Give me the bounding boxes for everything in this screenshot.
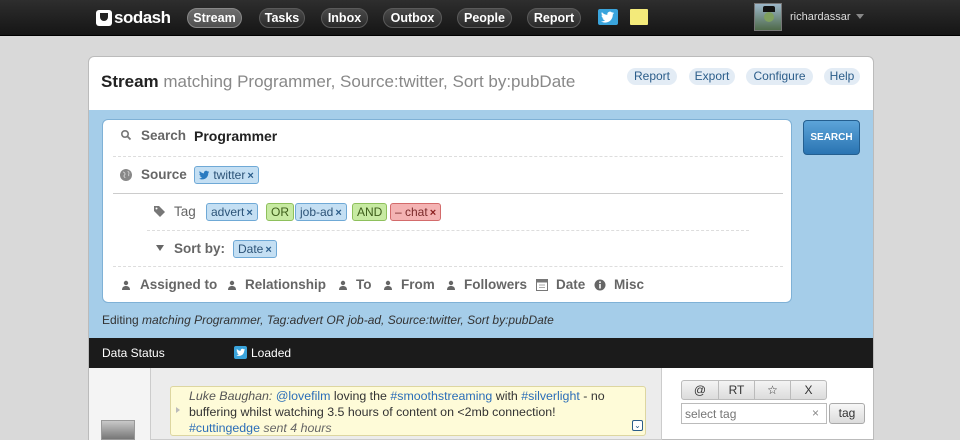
notes-icon[interactable] — [630, 9, 648, 25]
divider — [147, 230, 749, 231]
person-icon — [447, 280, 455, 290]
tweet-time: sent 4 hours — [263, 421, 332, 435]
divider — [113, 156, 783, 157]
report-link[interactable]: Report — [627, 68, 677, 85]
data-status-label: Data Status — [102, 346, 165, 360]
chevron-down-icon[interactable] — [856, 14, 864, 19]
filter-relationship[interactable]: Relationship — [245, 277, 326, 292]
dismiss-button[interactable]: X — [791, 381, 826, 399]
nav-stream[interactable]: Stream — [187, 8, 242, 28]
tag-chip-job-ad[interactable]: job-ad × — [295, 203, 347, 221]
sort-chip[interactable]: Date × — [233, 240, 277, 258]
author-avatar[interactable] — [101, 420, 135, 440]
filter-to[interactable]: To — [356, 277, 372, 292]
data-status-bar: Data Status Loaded — [89, 338, 873, 368]
caret-down-icon[interactable] — [156, 245, 164, 251]
nav-inbox[interactable]: Inbox — [321, 8, 368, 28]
chip-label: twitter — [213, 168, 246, 182]
chevron-down-icon[interactable]: ⌄ — [632, 420, 643, 431]
filter-followers[interactable]: Followers — [464, 277, 527, 292]
operator-or[interactable]: OR — [266, 203, 294, 221]
nav-report[interactable]: Report — [527, 8, 581, 28]
editing-prefix: Editing — [102, 313, 139, 327]
title-rest: matching Programmer, Source:twitter, Sor… — [163, 72, 576, 91]
help-link[interactable]: Help — [824, 68, 860, 85]
tweet-mention[interactable]: @lovefilm — [276, 389, 331, 403]
nav-tasks[interactable]: Tasks — [259, 8, 305, 28]
divider — [113, 193, 783, 194]
logo-text: sodash — [114, 8, 171, 27]
tweet-author[interactable]: Luke Baughan: — [189, 389, 272, 403]
tag-icon — [154, 206, 165, 217]
title-bold: Stream — [101, 72, 159, 91]
calendar-icon — [536, 279, 548, 291]
tag-action-bar: @ RT ☆ X — [681, 380, 827, 400]
search-button[interactable]: SEARCH — [803, 120, 860, 155]
twitter-icon — [234, 346, 247, 359]
configure-link[interactable]: Configure — [746, 68, 813, 85]
source-label: Source — [141, 167, 187, 182]
stream-item[interactable]: Luke Baughan: @lovefilm loving the #smoo… — [170, 386, 646, 436]
export-link[interactable]: Export — [689, 68, 735, 85]
sodash-logo[interactable]: sodash — [96, 8, 171, 28]
twitter-icon[interactable] — [598, 9, 618, 25]
editing-text: matching Programmer, Tag:advert OR job-a… — [142, 313, 554, 327]
retweet-button[interactable]: RT — [719, 381, 755, 399]
twitter-icon — [199, 170, 210, 180]
search-icon — [120, 129, 132, 141]
page-title: Stream matching Programmer, Source:twitt… — [101, 72, 575, 92]
divider — [113, 266, 783, 267]
tweet-hashtag[interactable]: #silverlight — [521, 389, 580, 403]
editing-summary: Editing matching Programmer, Tag:advert … — [102, 313, 554, 327]
person-icon — [339, 280, 347, 290]
tweet-hashtag[interactable]: #smoothstreaming — [390, 389, 492, 403]
reply-button[interactable]: @ — [682, 381, 719, 399]
chip-label: advert — [211, 205, 245, 219]
filter-date[interactable]: Date — [556, 277, 585, 292]
data-status-value: Loaded — [251, 346, 292, 360]
person-icon — [228, 280, 236, 290]
info-icon — [594, 279, 606, 291]
chip-label: job-ad — [300, 205, 334, 219]
search-label: Search — [141, 128, 187, 143]
remove-icon[interactable]: × — [265, 244, 271, 256]
clear-icon[interactable]: × — [812, 406, 819, 420]
tag-button[interactable]: tag — [829, 403, 865, 424]
search-input[interactable]: Programmer — [194, 128, 277, 144]
remove-icon[interactable]: × — [430, 207, 436, 219]
filter-assigned-to[interactable]: Assigned to — [140, 277, 217, 292]
chip-label: Date — [238, 242, 264, 256]
expand-arrow-icon[interactable] — [176, 407, 180, 413]
tweet-text: with — [495, 389, 518, 403]
tweet-text: loving the — [333, 389, 387, 403]
tag-label: Tag — [174, 204, 196, 219]
top-nav-bar: sodash Stream Tasks Inbox Outbox People … — [0, 0, 960, 36]
user-avatar[interactable] — [754, 3, 782, 31]
select-tag-input[interactable] — [681, 403, 827, 424]
tag-chip-advert[interactable]: advert × — [206, 203, 258, 221]
nav-outbox[interactable]: Outbox — [383, 8, 442, 28]
sodash-logo-icon — [96, 10, 112, 26]
nav-people[interactable]: People — [457, 8, 512, 28]
person-icon — [122, 280, 130, 290]
remove-icon[interactable]: × — [335, 207, 341, 219]
source-chip[interactable]: twitter × — [194, 166, 259, 184]
remove-icon[interactable]: × — [247, 170, 253, 182]
person-icon — [384, 280, 392, 290]
sort-label: Sort by: — [174, 241, 226, 256]
globe-icon — [120, 169, 132, 181]
username[interactable]: richardassar — [790, 11, 851, 23]
chip-label: – chat — [395, 205, 428, 219]
operator-and[interactable]: AND — [352, 203, 388, 221]
remove-icon[interactable]: × — [246, 207, 252, 219]
tweet-hashtag[interactable]: #cuttingedge — [189, 421, 260, 435]
filter-misc[interactable]: Misc — [614, 277, 644, 292]
tag-chip-exclude-chat[interactable]: – chat × — [390, 203, 442, 221]
favourite-button[interactable]: ☆ — [755, 381, 791, 399]
filter-from[interactable]: From — [401, 277, 435, 292]
